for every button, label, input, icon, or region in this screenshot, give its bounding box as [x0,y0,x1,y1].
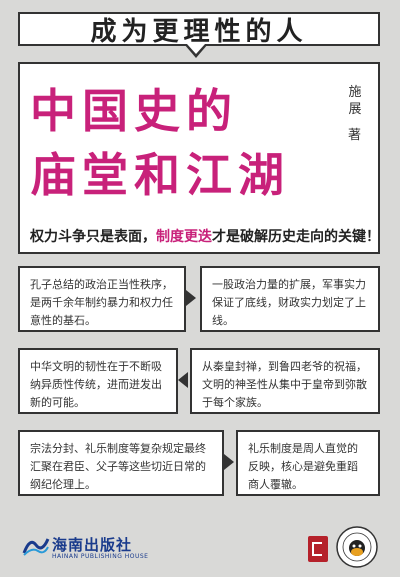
subtitle-post: 才是破解历史走向的关键！ [212,229,380,245]
quote-text-6: 礼乐制度是周人直觉的反映，核心是避免重蹈商人覆辙。 [248,442,358,491]
book-title-line1: 中国史的 [30,84,238,138]
header-pointer-inner [187,44,205,54]
quote-card-3: 中华文明的韧性在于不断吸纳异质性传统，进而迸发出新的可能。 [18,348,178,414]
quote-text-1: 孔子总结的政治正当性秩序，是两千余年制约暴力和权力任意性的基石。 [30,278,173,327]
publisher-name: 海南出版社 [52,536,133,554]
imprint-logo-icon [308,536,328,562]
quote-card-6: 礼乐制度是周人直觉的反映，核心是避免重蹈商人覆辙。 [236,430,380,496]
author-name: 施展 [348,85,362,117]
subtitle-pre: 权力斗争只是表面， [30,229,156,245]
quote-text-5: 宗法分封、礼乐制度等复杂规定最终汇聚在君臣、父子等这些切近日常的纲纪伦理上。 [30,442,206,491]
publisher-logo-icon [22,538,50,556]
card-connector-arrow [178,372,188,388]
quote-card-1: 孔子总结的政治正当性秩序，是两千余年制约暴力和权力任意性的基石。 [18,266,186,332]
book-title-line2: 庙堂和江湖 [30,148,290,202]
quote-text-3: 中华文明的韧性在于不断吸纳异质性传统，进而迸发出新的可能。 [30,360,162,409]
subtitle-highlight: 制度更迭 [156,229,212,245]
quote-card-5: 宗法分封、礼乐制度等复杂规定最终汇聚在君臣、父子等这些切近日常的纲纪伦理上。 [18,430,224,496]
header-title: 成为更理性的人 [90,16,308,47]
card-connector-arrow [186,290,196,306]
quote-text-4: 从秦皇封禅，到鲁四老爷的祝福，文明的神圣性从集中于皇帝到弥散于每个家族。 [202,360,367,409]
book-subtitle: 权力斗争只是表面，制度更迭才是破解历史走向的关键！ [30,226,380,246]
quote-card-4: 从秦皇封禅，到鲁四老爷的祝福，文明的神圣性从集中于皇帝到弥散于每个家族。 [190,348,380,414]
author-role: 著 [348,128,362,143]
card-connector-arrow [224,454,234,470]
header-banner: 成为更理性的人 [18,12,380,47]
quote-text-2: 一股政治力量的扩展，军事实力保证了底线，财政实力划定了上线。 [212,278,366,327]
publisher-name-en: HAINAN PUBLISHING HOUSE [52,553,149,560]
academic-library-seal [336,526,378,568]
quote-card-2: 一股政治力量的扩展，军事实力保证了底线，财政实力划定了上线。 [200,266,380,332]
